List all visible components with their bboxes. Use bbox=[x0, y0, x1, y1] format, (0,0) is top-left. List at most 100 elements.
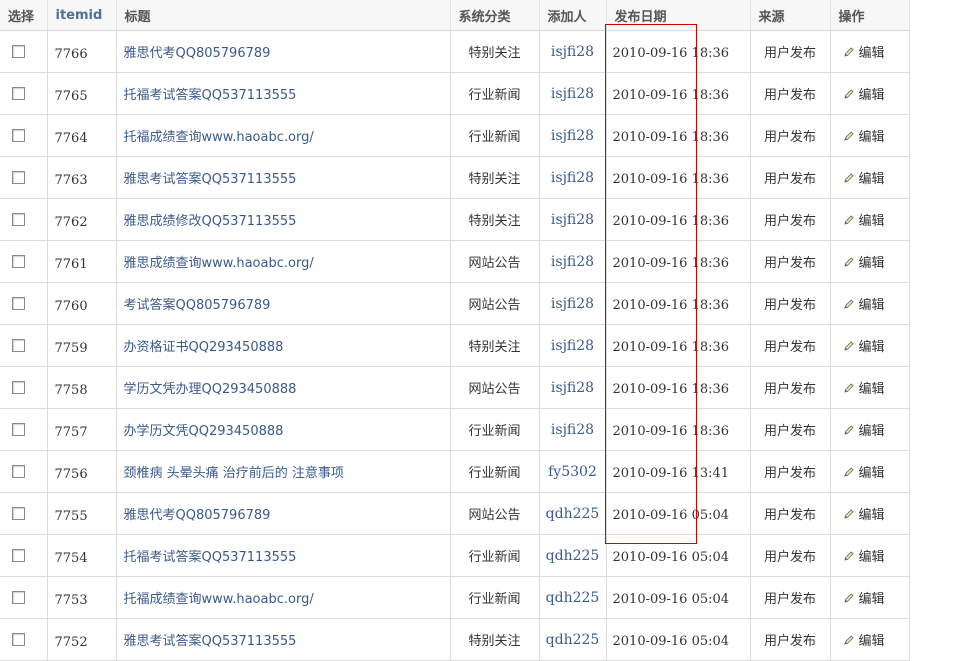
author-link[interactable]: qdh225 bbox=[546, 506, 600, 522]
pencil-icon[interactable] bbox=[843, 130, 855, 142]
source-cell: 用户发布 bbox=[750, 156, 831, 199]
title-link[interactable]: 雅思考试答案QQ537113555 bbox=[124, 172, 297, 187]
pencil-icon[interactable] bbox=[843, 424, 855, 436]
title-cell: 办学历文凭QQ293450888 bbox=[116, 408, 451, 451]
edit-link[interactable]: 编辑 bbox=[859, 46, 885, 61]
row-select-checkbox[interactable] bbox=[12, 507, 25, 520]
title-link[interactable]: 办学历文凭QQ293450888 bbox=[124, 424, 284, 439]
title-link[interactable]: 雅思成绩查询www.haoabc.org/ bbox=[124, 256, 314, 271]
edit-link[interactable]: 编辑 bbox=[859, 130, 885, 145]
pencil-icon[interactable] bbox=[843, 508, 855, 520]
row-select-checkbox[interactable] bbox=[12, 129, 25, 142]
author-link[interactable]: isjfi28 bbox=[551, 212, 594, 228]
author-link[interactable]: fy5302 bbox=[548, 464, 597, 480]
select-cell bbox=[0, 72, 48, 115]
select-cell bbox=[0, 156, 48, 199]
header-title: 标题 bbox=[116, 0, 451, 31]
edit-link[interactable]: 编辑 bbox=[859, 340, 885, 355]
author-link[interactable]: qdh225 bbox=[546, 632, 600, 648]
itemid-cell: 7763 bbox=[47, 156, 117, 199]
source-cell: 用户发布 bbox=[750, 240, 831, 283]
row-select-checkbox[interactable] bbox=[12, 549, 25, 562]
itemid-cell: 7760 bbox=[47, 282, 117, 325]
edit-link[interactable]: 编辑 bbox=[859, 592, 885, 607]
edit-link[interactable]: 编辑 bbox=[859, 634, 885, 649]
row-select-checkbox[interactable] bbox=[12, 591, 25, 604]
pencil-icon[interactable] bbox=[843, 214, 855, 226]
author-cell: isjfi28 bbox=[539, 30, 607, 73]
pencil-icon[interactable] bbox=[843, 172, 855, 184]
author-link[interactable]: isjfi28 bbox=[551, 86, 594, 102]
row-select-checkbox[interactable] bbox=[12, 465, 25, 478]
author-link[interactable]: qdh225 bbox=[546, 590, 600, 606]
author-link[interactable]: qdh225 bbox=[546, 548, 600, 564]
pencil-icon[interactable] bbox=[843, 88, 855, 100]
edit-link[interactable]: 编辑 bbox=[859, 466, 885, 481]
title-link[interactable]: 办资格证书QQ293450888 bbox=[124, 340, 284, 355]
author-link[interactable]: isjfi28 bbox=[551, 254, 594, 270]
source-cell: 用户发布 bbox=[750, 450, 831, 493]
title-link[interactable]: 雅思成绩修改QQ537113555 bbox=[124, 214, 297, 229]
author-link[interactable]: isjfi28 bbox=[551, 44, 594, 60]
title-link[interactable]: 雅思代考QQ805796789 bbox=[124, 46, 271, 61]
row-select-checkbox[interactable] bbox=[12, 423, 25, 436]
action-cell: 编辑 bbox=[830, 492, 910, 535]
edit-link[interactable]: 编辑 bbox=[859, 298, 885, 313]
author-link[interactable]: isjfi28 bbox=[551, 422, 594, 438]
title-link[interactable]: 考试答案QQ805796789 bbox=[124, 298, 271, 313]
itemid-cell: 7765 bbox=[47, 72, 117, 115]
pencil-icon[interactable] bbox=[843, 550, 855, 562]
header-author: 添加人 bbox=[539, 0, 607, 31]
row-select-checkbox[interactable] bbox=[12, 45, 25, 58]
pencil-icon[interactable] bbox=[843, 46, 855, 58]
pencil-icon[interactable] bbox=[843, 256, 855, 268]
edit-link[interactable]: 编辑 bbox=[859, 424, 885, 439]
action-cell: 编辑 bbox=[830, 240, 910, 283]
pencil-icon[interactable] bbox=[843, 298, 855, 310]
edit-link[interactable]: 编辑 bbox=[859, 214, 885, 229]
table-row: 7755 雅思代考QQ805796789 网站公告 qdh225 2010-09-16 … bbox=[0, 492, 910, 535]
pencil-icon[interactable] bbox=[843, 634, 855, 646]
row-select-checkbox[interactable] bbox=[12, 339, 25, 352]
title-link[interactable]: 学历文凭办理QQ293450888 bbox=[124, 382, 297, 397]
edit-link[interactable]: 编辑 bbox=[859, 88, 885, 103]
author-cell: qdh225 bbox=[539, 618, 607, 661]
author-link[interactable]: isjfi28 bbox=[551, 338, 594, 354]
action-cell: 编辑 bbox=[830, 408, 910, 451]
table-header-row: 选择 itemid 标题 系统分类 添加人 发布日期 来源 操作 bbox=[0, 0, 910, 31]
edit-link[interactable]: 编辑 bbox=[859, 508, 885, 523]
title-link[interactable]: 雅思代考QQ805796789 bbox=[124, 508, 271, 523]
row-select-checkbox[interactable] bbox=[12, 255, 25, 268]
title-link[interactable]: 托福考试答案QQ537113555 bbox=[124, 550, 297, 565]
title-cell: 托福考试答案QQ537113555 bbox=[116, 72, 451, 115]
table-row: 7766 雅思代考QQ805796789 特别关注 isjfi28 2010-09-16… bbox=[0, 30, 910, 73]
edit-link[interactable]: 编辑 bbox=[859, 172, 885, 187]
title-link[interactable]: 托福成绩查询www.haoabc.org/ bbox=[124, 592, 314, 607]
author-link[interactable]: isjfi28 bbox=[551, 128, 594, 144]
title-cell: 雅思考试答案QQ537113555 bbox=[116, 618, 451, 661]
title-link[interactable]: 托福考试答案QQ537113555 bbox=[124, 88, 297, 103]
row-select-checkbox[interactable] bbox=[12, 633, 25, 646]
author-link[interactable]: isjfi28 bbox=[551, 296, 594, 312]
header-itemid[interactable]: itemid bbox=[47, 0, 117, 31]
author-cell: isjfi28 bbox=[539, 282, 607, 325]
author-link[interactable]: isjfi28 bbox=[551, 170, 594, 186]
row-select-checkbox[interactable] bbox=[12, 297, 25, 310]
row-select-checkbox[interactable] bbox=[12, 171, 25, 184]
edit-link[interactable]: 编辑 bbox=[859, 382, 885, 397]
title-link[interactable]: 托福成绩查询www.haoabc.org/ bbox=[124, 130, 314, 145]
pencil-icon[interactable] bbox=[843, 466, 855, 478]
pencil-icon[interactable] bbox=[843, 592, 855, 604]
row-select-checkbox[interactable] bbox=[12, 381, 25, 394]
author-link[interactable]: isjfi28 bbox=[551, 380, 594, 396]
category-cell: 特别关注 bbox=[450, 198, 540, 241]
source-cell: 用户发布 bbox=[750, 282, 831, 325]
row-select-checkbox[interactable] bbox=[12, 213, 25, 226]
pencil-icon[interactable] bbox=[843, 382, 855, 394]
row-select-checkbox[interactable] bbox=[12, 87, 25, 100]
edit-link[interactable]: 编辑 bbox=[859, 550, 885, 565]
title-link[interactable]: 颈椎病 头晕头痛 治疗前后的 注意事项 bbox=[124, 466, 344, 481]
edit-link[interactable]: 编辑 bbox=[859, 256, 885, 271]
title-link[interactable]: 雅思考试答案QQ537113555 bbox=[124, 634, 297, 649]
pencil-icon[interactable] bbox=[843, 340, 855, 352]
